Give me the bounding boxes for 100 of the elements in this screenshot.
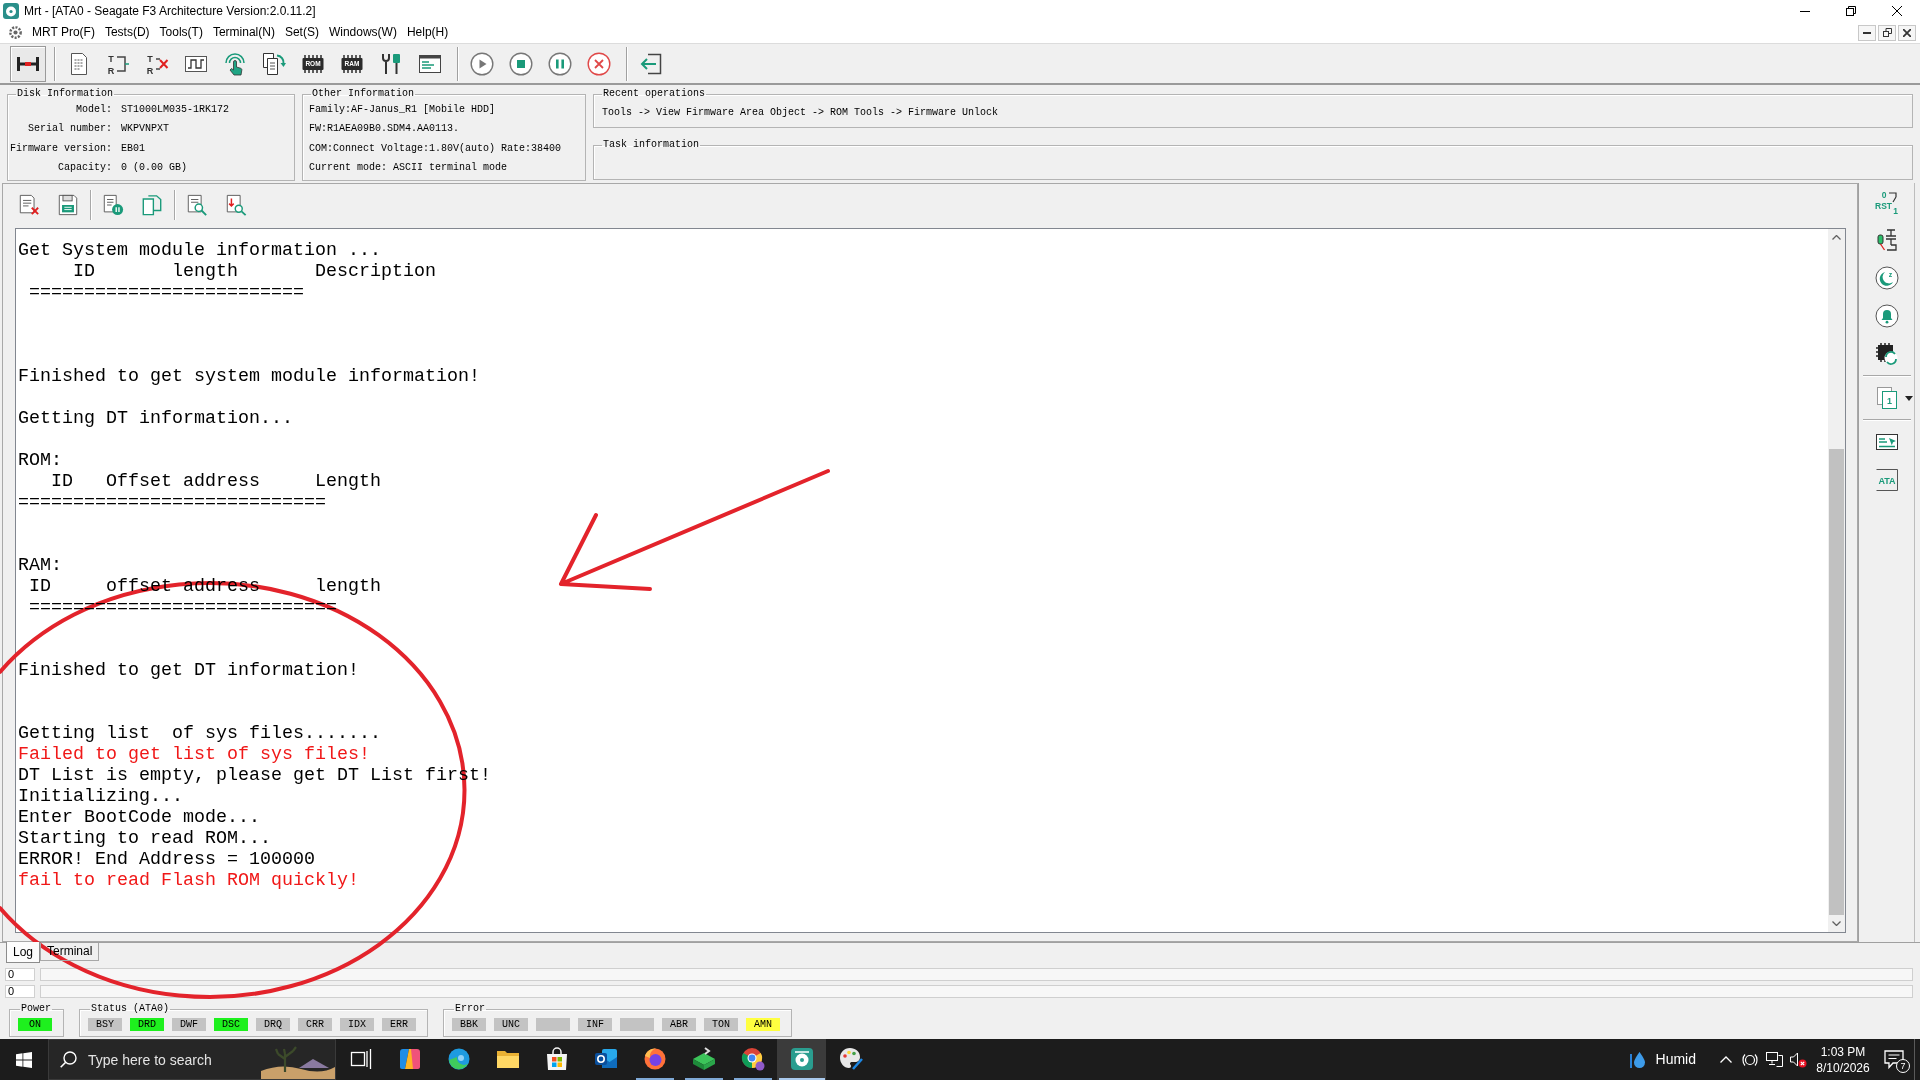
panel-title: Task information bbox=[602, 139, 700, 151]
palette-icon[interactable] bbox=[838, 1047, 863, 1071]
gear-icon[interactable] bbox=[8, 25, 23, 40]
notification-count: 7 bbox=[1896, 1059, 1910, 1073]
scrollbar[interactable] bbox=[1828, 229, 1845, 932]
minimize-button[interactable] bbox=[1858, 24, 1876, 41]
info-line: Family:AF-Janus_R1 [Mobile HDD] bbox=[309, 103, 496, 116]
log-line: ERROR! End Address = 100000 bbox=[18, 849, 315, 870]
hand-pointer-icon[interactable] bbox=[222, 51, 247, 76]
minimize-icon bbox=[1863, 31, 1871, 34]
documents-arrow-icon[interactable] bbox=[261, 51, 286, 76]
status-indicator: BSY bbox=[88, 1018, 122, 1031]
log-line: RAM: bbox=[18, 555, 62, 576]
log-line: Getting DT information... bbox=[18, 408, 293, 429]
status-indicator: DRD bbox=[130, 1018, 164, 1031]
bell-icon[interactable] bbox=[1874, 304, 1899, 328]
ribbon-logo-icon[interactable] bbox=[397, 1047, 422, 1071]
menu-item[interactable]: Help(H) bbox=[401, 23, 454, 42]
camera-icon[interactable] bbox=[1742, 1051, 1758, 1068]
menu-item[interactable]: Windows(W) bbox=[323, 23, 402, 42]
search-field[interactable]: Type here to search bbox=[48, 1039, 336, 1080]
notification-icon[interactable] bbox=[1884, 1050, 1904, 1069]
tab[interactable]: Log bbox=[6, 942, 41, 963]
search-icon bbox=[60, 1051, 77, 1068]
status-indicator: UNC bbox=[494, 1018, 528, 1031]
panel-title: Error bbox=[454, 1003, 487, 1015]
cancel-icon[interactable] bbox=[586, 51, 611, 76]
pause-icon[interactable] bbox=[547, 51, 572, 76]
task-view-icon[interactable] bbox=[348, 1047, 373, 1071]
menu-item[interactable]: MRT Pro(F) bbox=[27, 23, 100, 42]
close-button[interactable] bbox=[1898, 24, 1916, 41]
shopping-bag-icon[interactable] bbox=[544, 1047, 569, 1071]
error-line: Failed to get list of sys files! bbox=[18, 744, 370, 765]
copy-icon[interactable] bbox=[140, 194, 163, 216]
flame-globe-icon[interactable] bbox=[642, 1047, 667, 1071]
info-line: Current mode: ASCII terminal mode bbox=[309, 162, 508, 175]
document-pause-icon[interactable] bbox=[101, 194, 124, 216]
speaker-muted-icon[interactable] bbox=[1789, 1051, 1807, 1068]
panel-title: Other Information bbox=[311, 88, 416, 100]
log-line: ============================ bbox=[18, 492, 326, 513]
field-value: 0 (0.00 GB) bbox=[121, 162, 188, 175]
minimize-icon[interactable] bbox=[1800, 10, 1810, 12]
water-drop-icon[interactable] bbox=[1629, 1050, 1646, 1069]
status-indicator: ON bbox=[18, 1018, 52, 1031]
swirl-icon[interactable] bbox=[446, 1047, 471, 1071]
status-indicator: INF bbox=[578, 1018, 612, 1031]
operations-path: Tools -> View Firmware Area Object -> ROM Tools -> Firmware Unlock bbox=[602, 107, 999, 118]
field-value: EB01 bbox=[121, 142, 146, 155]
info-line: FW:R1AEA09B0.SDM4.AA0113. bbox=[309, 123, 460, 136]
log-line: Finished to get system module information! bbox=[18, 366, 480, 387]
menu-item[interactable]: Tests(D) bbox=[99, 23, 155, 42]
chevron-up-icon[interactable] bbox=[1720, 1056, 1732, 1063]
restore-icon[interactable] bbox=[1846, 6, 1856, 16]
caret-down-icon[interactable] bbox=[1904, 395, 1913, 401]
field-label: Capacity: bbox=[58, 162, 112, 175]
app-icon bbox=[3, 3, 19, 19]
menu-item[interactable]: Tools(T) bbox=[154, 23, 208, 42]
log-line: Get System module information ... bbox=[18, 240, 381, 261]
mail-icon[interactable] bbox=[593, 1047, 618, 1071]
exit-arrow-icon[interactable] bbox=[638, 51, 663, 76]
document-arrow-search-icon[interactable] bbox=[224, 194, 247, 216]
status-indicator: CRR bbox=[298, 1018, 332, 1031]
menu-item[interactable]: Terminal(N) bbox=[207, 23, 280, 42]
counter-field: 0 bbox=[5, 985, 35, 998]
document-search-icon[interactable] bbox=[185, 194, 208, 216]
scrollbar-thumb[interactable] bbox=[1829, 449, 1844, 915]
log-line: ROM: bbox=[18, 450, 62, 471]
log-line: Initializing... bbox=[18, 786, 183, 807]
save-icon[interactable] bbox=[56, 194, 79, 216]
field-value: ST1000LM035-1RK172 bbox=[121, 103, 231, 116]
field-label: Serial number: bbox=[28, 123, 112, 136]
status-indicator: DSC bbox=[214, 1018, 248, 1031]
hard-drive-icon[interactable] bbox=[691, 1047, 716, 1071]
menu-item[interactable]: Set(S) bbox=[279, 23, 324, 42]
field-label: Model: bbox=[76, 103, 112, 116]
panel-title: Disk Information bbox=[16, 88, 114, 100]
network-icon[interactable] bbox=[1765, 1052, 1783, 1067]
taskbar-button[interactable] bbox=[777, 1039, 826, 1080]
status-indicator: ABR bbox=[662, 1018, 696, 1031]
counter-field: 0 bbox=[5, 968, 35, 981]
start-icon[interactable] bbox=[16, 1051, 32, 1068]
clock-time[interactable]: 1:03 PM bbox=[1820, 1043, 1866, 1060]
restore-button[interactable] bbox=[1878, 24, 1896, 41]
round-browser-icon[interactable] bbox=[740, 1047, 765, 1071]
log-line: ========================= bbox=[28, 282, 304, 303]
capacitor-icon[interactable] bbox=[1874, 228, 1899, 252]
clock-date[interactable]: 8/10/2026 bbox=[1816, 1059, 1870, 1076]
close-icon[interactable] bbox=[1892, 6, 1902, 16]
weather-text[interactable]: Humid bbox=[1655, 1051, 1696, 1068]
stop-icon[interactable] bbox=[508, 51, 533, 76]
log-line: Getting list of sys files....... bbox=[18, 723, 381, 744]
chip-refresh-icon[interactable] bbox=[1874, 342, 1899, 366]
document-cross-icon[interactable] bbox=[17, 194, 40, 216]
panel-title: Status (ATA0) bbox=[90, 1003, 171, 1015]
toolbar-button[interactable] bbox=[10, 45, 46, 82]
play-icon[interactable] bbox=[469, 51, 494, 76]
info-line: COM:Connect Voltage:1.80V(auto) Rate:38400 bbox=[309, 142, 562, 155]
close-icon bbox=[1903, 28, 1911, 37]
caret-up-icon[interactable] bbox=[1832, 235, 1841, 240]
log-line: ID Offset address Length bbox=[50, 471, 381, 492]
